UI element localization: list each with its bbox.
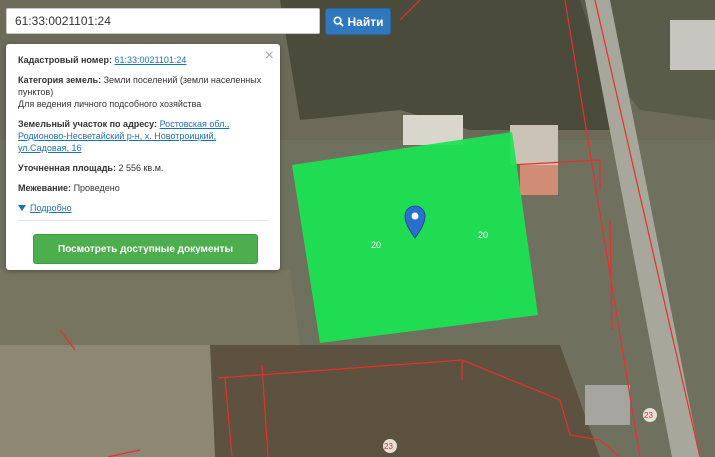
land-category-row: Категория земель: Земли поселений (земли… — [18, 74, 268, 110]
area-value: 2 556 кв.м. — [118, 163, 164, 173]
details-label: Подробно — [30, 203, 72, 213]
address-row: Земельный участок по адресу: Ростовская … — [18, 118, 268, 154]
divider — [18, 220, 268, 221]
view-documents-label: Посмотреть доступные документы — [58, 243, 233, 255]
caret-down-icon — [18, 205, 26, 211]
address-label: Земельный участок по адресу: — [18, 119, 158, 129]
cadastral-number-label: Кадастровый номер: — [18, 55, 112, 65]
parcel-label: 20 — [478, 230, 488, 240]
search-icon — [332, 16, 344, 27]
land-category-label: Категория земель: — [18, 75, 102, 85]
view-documents-button[interactable]: Посмотреть доступные документы — [33, 234, 258, 264]
close-icon[interactable]: × — [265, 47, 274, 65]
address-line: Родионово-Несветайский р-н, х. Новотроиц… — [18, 131, 217, 141]
cadastral-search-input[interactable] — [6, 8, 320, 34]
cadastral-number-row: Кадастровый номер: 61:33:0021101:24 — [18, 54, 268, 66]
land-use-value: Для ведения личного подсобного хозяйства — [18, 99, 202, 109]
survey-row: Межевание: Проведено — [18, 182, 268, 194]
area-row: Уточненная площадь: 2 556 кв.м. — [18, 162, 268, 174]
address-line: Ростовская обл., — [159, 119, 230, 129]
parcel-label: 23 — [644, 411, 653, 420]
house — [403, 115, 463, 145]
cadastral-number-link[interactable]: 61:33:0021101:24 — [114, 55, 186, 65]
search-button-label: Найти — [347, 14, 384, 29]
house — [670, 20, 715, 70]
search-button[interactable]: Найти — [325, 8, 391, 35]
address-line: ул.Садовая, 16 — [18, 143, 82, 153]
survey-value: Проведено — [73, 183, 120, 193]
parcel-info-popup: × Кадастровый номер: 61:33:0021101:24 Ка… — [6, 44, 280, 270]
more-row: Подробно — [18, 202, 268, 214]
house — [520, 165, 558, 195]
parcel-label: 23 — [384, 442, 393, 451]
survey-label: Межевание: — [18, 183, 72, 193]
house — [510, 125, 558, 165]
house — [585, 385, 630, 425]
parcel-label: 20 — [371, 240, 381, 250]
details-toggle[interactable]: Подробно — [18, 202, 72, 214]
area-label: Уточненная площадь: — [18, 163, 116, 173]
